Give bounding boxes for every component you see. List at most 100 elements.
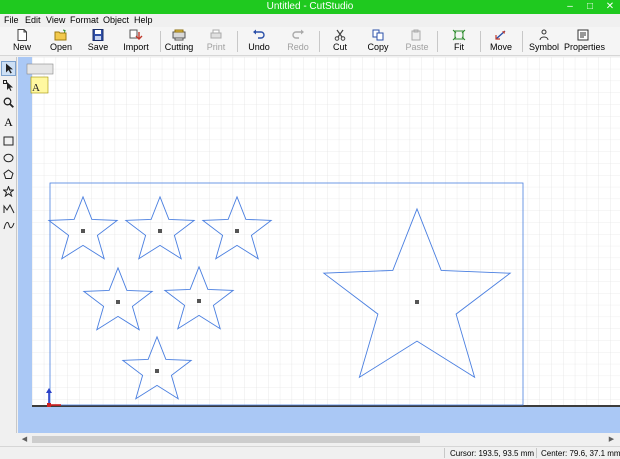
- select-tool[interactable]: [1, 61, 16, 76]
- save-label: Save: [87, 42, 109, 52]
- symbol-icon: [539, 29, 549, 41]
- node-edit-tool[interactable]: [1, 78, 16, 93]
- properties-button[interactable]: Properties: [564, 28, 606, 55]
- curve-tool[interactable]: [1, 218, 16, 233]
- star-center-marker: [197, 299, 201, 303]
- open-button[interactable]: Open: [46, 28, 76, 55]
- tool-palette: A: [0, 57, 17, 433]
- star-center-marker: [415, 300, 419, 304]
- drawing-canvas[interactable]: A: [18, 57, 620, 433]
- scrollbar-thumb[interactable]: [32, 436, 420, 443]
- fit-button[interactable]: Fit: [449, 28, 469, 55]
- status-separator: [536, 448, 537, 458]
- symbol-label: Symbol: [528, 42, 559, 52]
- symbol-button[interactable]: Symbol: [528, 28, 560, 55]
- text-object-glyph: A: [32, 82, 40, 94]
- scroll-left-arrow-icon[interactable]: ◀: [20, 435, 29, 444]
- save-disk-icon: [92, 29, 104, 41]
- cut-label: Cut: [332, 42, 347, 52]
- properties-icon: [577, 29, 589, 41]
- move-button[interactable]: Move: [488, 28, 514, 55]
- curve-icon: [3, 221, 14, 229]
- freehand-tool[interactable]: [1, 201, 16, 216]
- menu-edit[interactable]: Edit: [25, 15, 41, 25]
- zoom-tool[interactable]: [1, 95, 16, 110]
- rectangle-icon: [3, 136, 14, 145]
- star-center-marker: [158, 229, 162, 233]
- cursor-position: Cursor: 193.5, 93.5 mm: [450, 449, 535, 458]
- menu-bar: File Edit View Format Object Help: [0, 14, 620, 27]
- scroll-right-arrow-icon[interactable]: ▶: [607, 435, 616, 444]
- paste-icon: [411, 29, 421, 41]
- status-bar: Cursor: 193.5, 93.5 mm Center: 79.6, 37.…: [0, 446, 620, 459]
- properties-label: Properties: [564, 42, 606, 52]
- canvas-drawing[interactable]: A: [18, 57, 620, 433]
- toolbar-separator: [160, 31, 161, 52]
- move-label: Move: [489, 42, 512, 52]
- horizontal-scrollbar[interactable]: ◀ ▶: [18, 434, 620, 445]
- open-label: Open: [49, 42, 73, 52]
- ellipse-icon: [3, 153, 14, 162]
- freehand-icon: [3, 203, 14, 213]
- maximize-button[interactable]: □: [580, 0, 600, 14]
- star-center-marker: [155, 369, 159, 373]
- copy-icon: [372, 29, 384, 41]
- text-a-icon: A: [4, 115, 13, 129]
- star-center-marker: [235, 229, 239, 233]
- paste-button[interactable]: Paste: [404, 28, 430, 55]
- text-tool[interactable]: A: [1, 115, 16, 130]
- print-button[interactable]: Print: [204, 28, 228, 55]
- paste-label: Paste: [405, 42, 429, 52]
- copy-label: Copy: [367, 42, 389, 52]
- star-tool[interactable]: [1, 184, 16, 199]
- toolbar-separator: [480, 31, 481, 52]
- menu-view[interactable]: View: [46, 15, 65, 25]
- ellipse-tool[interactable]: [1, 150, 16, 165]
- import-label: Import: [123, 42, 149, 52]
- node-arrow-icon: [3, 80, 13, 91]
- fit-label: Fit: [454, 42, 464, 52]
- import-icon: [129, 29, 143, 40]
- polygon-tool[interactable]: [1, 167, 16, 182]
- move-icon: [495, 30, 506, 40]
- new-button[interactable]: New: [8, 28, 36, 55]
- pentagon-icon: [3, 169, 14, 179]
- status-separator: [444, 448, 445, 458]
- toolbar-separator: [437, 31, 438, 52]
- redo-button[interactable]: Redo: [285, 28, 311, 55]
- undo-label: Undo: [248, 42, 270, 52]
- toolbar-separator: [237, 31, 238, 52]
- close-button[interactable]: ✕: [600, 0, 620, 14]
- menu-format[interactable]: Format: [70, 15, 99, 25]
- minimize-button[interactable]: –: [560, 0, 580, 14]
- rectangle-tool[interactable]: [1, 133, 16, 148]
- fit-icon: [452, 29, 466, 41]
- toolbar-separator: [522, 31, 523, 52]
- print-label: Print: [206, 42, 226, 52]
- star-center-marker: [81, 229, 85, 233]
- save-button[interactable]: Save: [84, 28, 112, 55]
- title-bar: Untitled - CutStudio – □ ✕: [0, 0, 620, 14]
- redo-label: Redo: [287, 42, 309, 52]
- center-position: Center: 79.6, 37.1 mm: [541, 449, 620, 458]
- main-toolbar: New Open Save Import Cutting Print Undo …: [0, 27, 620, 56]
- new-file-icon: [17, 29, 27, 41]
- cutting-button[interactable]: Cutting: [163, 28, 195, 55]
- import-button[interactable]: Import: [120, 28, 152, 55]
- menu-object[interactable]: Object: [103, 15, 129, 25]
- star-icon: [3, 186, 14, 197]
- menu-file[interactable]: File: [4, 15, 19, 25]
- undo-button[interactable]: Undo: [245, 28, 273, 55]
- cutter-icon: [172, 29, 186, 41]
- undo-icon: [253, 29, 265, 39]
- menu-help[interactable]: Help: [134, 15, 153, 25]
- redo-icon: [292, 29, 304, 39]
- magnifier-icon: [3, 97, 14, 108]
- print-icon: [210, 29, 222, 39]
- canvas-grid: [32, 57, 620, 405]
- cut-button[interactable]: Cut: [329, 28, 351, 55]
- scissors-icon: [334, 29, 346, 41]
- copy-button[interactable]: Copy: [365, 28, 391, 55]
- star-center-marker: [116, 300, 120, 304]
- new-label: New: [12, 42, 31, 52]
